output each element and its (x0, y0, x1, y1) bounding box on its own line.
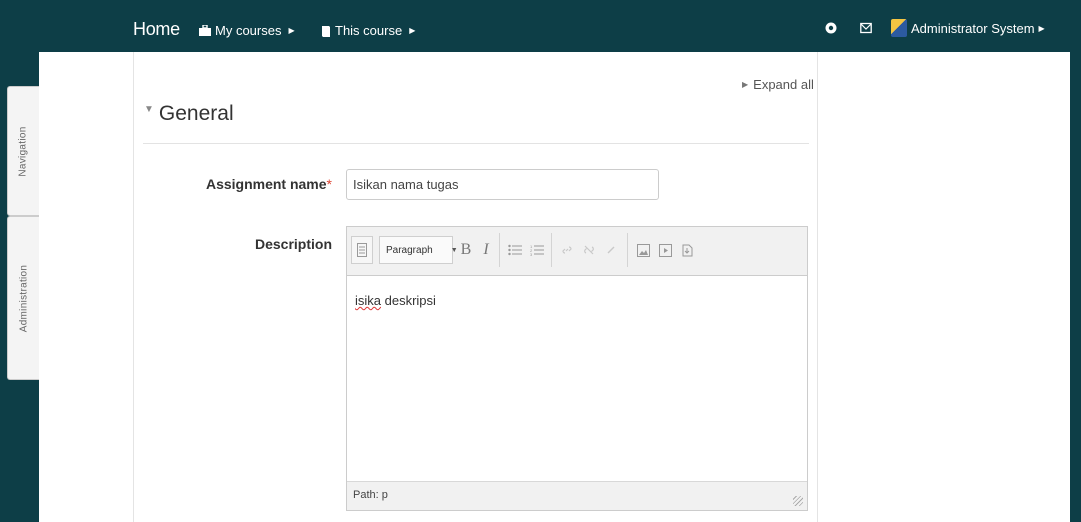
home-link[interactable]: Home (133, 19, 180, 40)
bullet-list-icon (508, 244, 522, 256)
link-icon (562, 246, 572, 254)
insert-link-button[interactable] (557, 236, 577, 264)
italic-button[interactable]: I (477, 236, 495, 264)
assignment-name-input[interactable] (346, 169, 659, 200)
general-section-toggle[interactable]: ▼ General (144, 102, 234, 126)
administration-block-tab[interactable]: Administration (7, 216, 39, 380)
description-label: Description (254, 236, 332, 252)
image-icon (636, 243, 650, 257)
resize-grip-icon[interactable] (793, 496, 803, 506)
window-frame-right (1070, 0, 1081, 522)
numbered-list-button[interactable]: 123 (527, 236, 547, 264)
toolbar-separator (627, 233, 628, 267)
caret-right-icon: ▶ (288, 26, 295, 35)
manage-files-button[interactable] (677, 236, 697, 264)
messages-icon[interactable] (860, 22, 872, 34)
main-content: ▶ Expand all ▼ General Assignment name* … (133, 52, 818, 522)
required-asterisk: * (326, 176, 332, 192)
misspelled-word: isika (355, 293, 382, 308)
section-divider (143, 143, 809, 144)
help-circle-icon[interactable] (825, 22, 837, 34)
editor-text-rest: deskripsi (381, 293, 436, 308)
bullet-list-button[interactable] (505, 236, 525, 264)
unlink-button[interactable] (579, 236, 599, 264)
toolbar-separator (551, 233, 552, 267)
format-select-value: Paragraph (386, 244, 433, 256)
svg-text:3: 3 (530, 252, 533, 256)
media-icon (658, 243, 672, 257)
caret-right-icon: ▶ (1038, 23, 1045, 33)
briefcase-icon (199, 25, 211, 36)
avatar (891, 19, 907, 37)
editor-content-area[interactable]: isika deskripsi (347, 275, 807, 481)
numbered-list-icon: 123 (530, 244, 544, 256)
bold-button[interactable]: B (457, 236, 475, 264)
insert-image-button[interactable] (633, 236, 653, 264)
user-menu[interactable]: Administrator System ▶ (891, 19, 1045, 37)
this-course-menu[interactable]: This course ▶ (321, 23, 415, 38)
toolbar-toggle-icon (357, 243, 367, 257)
expand-all-label: Expand all (753, 77, 814, 92)
user-name: Administrator System (911, 20, 1035, 36)
editor-toolbar: Paragraph ▼ B I 123 (347, 227, 807, 276)
navigation-tab-label: Navigation (18, 125, 30, 177)
unlink-icon (584, 245, 594, 255)
my-courses-menu[interactable]: My courses ▶ (199, 23, 295, 38)
anchor-button[interactable] (601, 236, 621, 264)
file-icon (682, 244, 692, 256)
element-path: Path: p (353, 489, 388, 501)
navigation-block-tab[interactable]: Navigation (7, 86, 39, 216)
editor-statusbar: Path: p (347, 481, 807, 510)
caret-right-icon: ▶ (742, 80, 749, 89)
book-icon (322, 25, 330, 37)
toolbar-separator (499, 233, 500, 267)
expand-all-link[interactable]: ▶ Expand all (742, 77, 814, 92)
assignment-name-label: Assignment name* (134, 176, 332, 192)
insert-media-button[interactable] (655, 236, 675, 264)
description-editor: Paragraph ▼ B I 123 isika deskripsi Path… (346, 226, 808, 511)
paragraph-format-select[interactable]: Paragraph ▼ (379, 236, 458, 264)
my-courses-label: My courses (215, 23, 282, 38)
anchor-icon (607, 246, 615, 254)
toolbar-toggle-button[interactable] (351, 236, 373, 264)
caret-right-icon: ▶ (409, 26, 416, 35)
administration-tab-label: Administration (18, 264, 29, 332)
top-navbar: Home My courses ▶ This course ▶ Administ… (39, 6, 1070, 52)
collapse-triangle-icon: ▼ (144, 103, 154, 115)
this-course-label: This course (335, 23, 403, 38)
editor-text: isika deskripsi (355, 293, 436, 308)
assignment-name-label-text: Assignment name (205, 176, 327, 192)
section-title: General (158, 102, 234, 125)
